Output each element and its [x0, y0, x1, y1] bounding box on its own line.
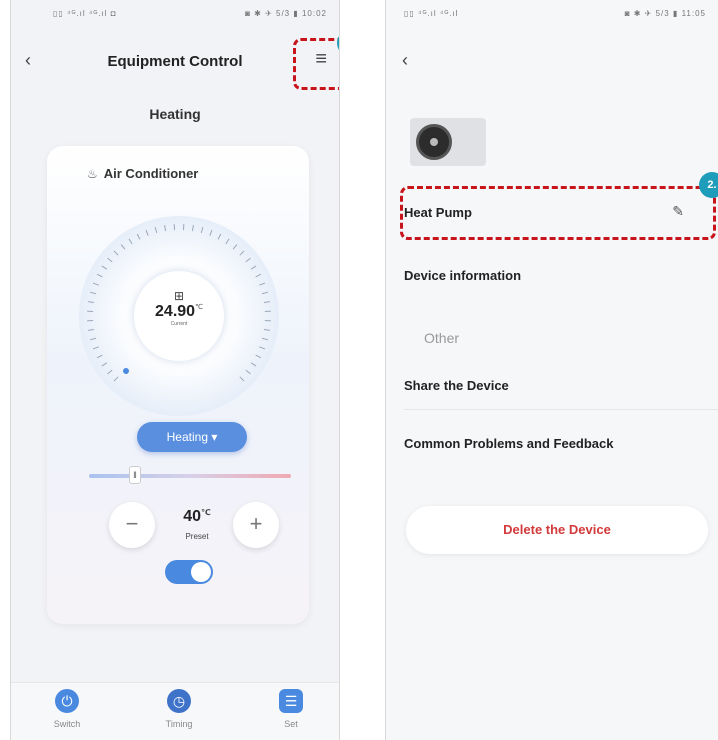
tab-set-label: Set: [284, 719, 298, 729]
bottom-tab-bar: ⏻ Switch ◷ Timing ☰ Set: [11, 682, 339, 740]
device-label-row: ♨ Air Conditioner: [87, 166, 198, 181]
current-label: Current: [170, 321, 188, 327]
status-bar-left: ▯▯ ⁴ᴳ.ıl ⁴ᴳ.ıl: [404, 9, 459, 18]
dial-tick: [120, 244, 126, 250]
dial-tick: [245, 369, 251, 375]
dial-tick: [145, 229, 149, 236]
device-name-highlight-box: [400, 186, 716, 240]
status-bar-left: ▯▯ ⁴ᴳ.ıl ⁴ᴳ.ıl ◘: [53, 9, 117, 18]
preset-unit: ℃: [201, 508, 211, 517]
dial-tick: [250, 265, 257, 270]
power-toggle[interactable]: [165, 560, 213, 584]
dial-tick: [261, 337, 268, 341]
mode-title: Heating: [149, 106, 201, 122]
dial-tick: [88, 328, 95, 331]
tab-switch[interactable]: ⏻ Switch: [37, 689, 97, 729]
device-image: [410, 118, 486, 166]
dial-tick: [128, 238, 133, 245]
heater-small-icon: ♨: [87, 167, 98, 181]
dial-tick: [113, 376, 119, 382]
tab-set[interactable]: ☰ Set: [261, 689, 321, 729]
dial-tick: [154, 227, 158, 234]
tab-timing-label: Timing: [165, 719, 193, 729]
temperature-slider-track[interactable]: [89, 474, 291, 478]
equipment-control-screen: ▯▯ ⁴ᴳ.ıl ⁴ᴳ.ıl ◘ ◙ ✱ ✈ 5/3 ▮ 10:02 ‹ Equ…: [10, 0, 340, 740]
share-device-row[interactable]: Share the Device: [404, 378, 718, 410]
mode-dropdown-button[interactable]: Heating ▾: [137, 422, 247, 452]
status-bar: ▯▯ ⁴ᴳ.ıl ⁴ᴳ.ıl ◙ ✱ ✈ 5/3 ▮ 11:05: [386, 0, 718, 30]
dial-tick: [96, 354, 103, 359]
dial-tick: [225, 238, 230, 245]
power-icon: ⏻: [55, 689, 79, 713]
other-section-label: Other: [424, 330, 460, 346]
dial-tick: [232, 244, 238, 250]
dial-tick: [263, 301, 270, 304]
dial-tick: [136, 233, 141, 240]
device-information-row[interactable]: Device information: [404, 268, 718, 283]
toggle-knob: [191, 562, 211, 582]
dial-tick: [261, 291, 268, 295]
dial-tick: [200, 227, 204, 234]
dial-tick: [217, 233, 222, 240]
status-bar-right: ◙ ✱ ✈ 5/3 ▮ 11:05: [624, 9, 706, 18]
dial-tick: [209, 229, 213, 236]
dial-tick: [113, 250, 119, 256]
fan-graphic: [416, 124, 452, 160]
dial-tick: [101, 362, 108, 367]
preset-temperature: 40℃: [167, 508, 227, 526]
dial-tick: [255, 354, 262, 359]
dial-tick: [164, 225, 167, 232]
dial-tick: [259, 282, 266, 286]
dial-tick: [88, 301, 95, 304]
dial-tick: [191, 225, 194, 232]
dial-center: ⊞ 24.90℃ Current: [134, 271, 224, 361]
dial-tick: [259, 346, 266, 350]
dial-tick: [239, 250, 245, 256]
preset-value: 40: [183, 508, 202, 525]
current-temperature-unit: ℃: [195, 304, 203, 311]
dial-tick: [101, 265, 108, 270]
sliders-icon: ☰: [279, 689, 303, 713]
increase-button[interactable]: +: [233, 502, 279, 548]
menu-highlight-box: [293, 38, 339, 90]
dial-tick: [90, 337, 97, 341]
dial-tick: [250, 362, 257, 367]
dial-indicator-dot: [123, 368, 129, 374]
dial-tick: [92, 282, 99, 286]
dial-tick: [263, 328, 270, 331]
decrease-button[interactable]: −: [109, 502, 155, 548]
status-bar: ▯▯ ⁴ᴳ.ıl ⁴ᴳ.ıl ◘ ◙ ✱ ✈ 5/3 ▮ 10:02: [11, 0, 339, 30]
page-title: Equipment Control: [107, 53, 243, 70]
dial-tick: [245, 257, 251, 263]
dial-tick: [255, 273, 262, 278]
device-settings-screen: ▯▯ ⁴ᴳ.ıl ⁴ᴳ.ıl ◙ ✱ ✈ 5/3 ▮ 11:05 ‹ Heat …: [385, 0, 718, 740]
heater-icon: ⊞: [173, 289, 185, 303]
current-temperature: 24.90: [155, 303, 196, 320]
control-card: ♨ Air Conditioner ⊞ 24.90℃ Current Heatin…: [47, 146, 309, 624]
preset-label: Preset: [185, 532, 209, 541]
delete-device-button[interactable]: Delete the Device: [406, 506, 708, 554]
dial-tick: [107, 369, 113, 375]
dial-tick: [96, 273, 103, 278]
tab-timing[interactable]: ◷ Timing: [149, 689, 209, 729]
dial-tick: [90, 291, 97, 295]
dial-tick: [107, 257, 113, 263]
dial-tick: [92, 346, 99, 350]
back-icon[interactable]: ‹: [402, 50, 408, 71]
step-badge-2: 2.: [699, 172, 718, 198]
tab-switch-label: Switch: [53, 719, 81, 729]
temperature-slider-thumb[interactable]: ‖: [129, 466, 141, 484]
problems-feedback-row[interactable]: Common Problems and Feedback: [404, 436, 718, 451]
status-bar-right: ◙ ✱ ✈ 5/3 ▮ 10:02: [245, 9, 327, 18]
temperature-dial[interactable]: ⊞ 24.90℃ Current: [79, 216, 279, 416]
alarm-clock-icon: ◷: [167, 689, 191, 713]
dial-tick: [239, 376, 245, 382]
device-label: Air Conditioner: [103, 166, 199, 181]
